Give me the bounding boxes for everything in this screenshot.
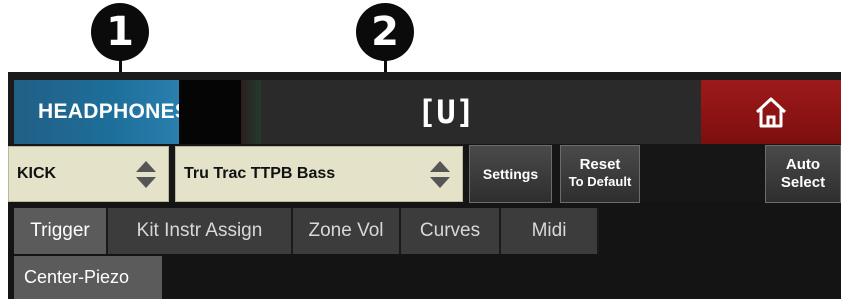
tab-curves[interactable]: Curves (401, 208, 501, 254)
page-title: [U] (417, 93, 475, 131)
auto-select-button[interactable]: Auto Select (765, 145, 841, 203)
reset-sublabel: To Default (568, 174, 632, 189)
settings-button[interactable]: Settings (469, 145, 552, 203)
tab-zone-vol[interactable]: Zone Vol (293, 208, 401, 254)
reset-label: Reset (579, 156, 621, 173)
tab-trigger[interactable]: Trigger (14, 208, 108, 254)
headphones-button[interactable]: HEADPHONES (14, 80, 189, 144)
instrument-select-value: KICK (17, 165, 57, 182)
trigger-type-select-value: Tru Trac TTPB Bass (184, 165, 336, 182)
instrument-select[interactable]: KICK (8, 146, 169, 202)
reset-to-default-button[interactable]: Reset To Default (560, 145, 640, 203)
callout-2: 2 (356, 3, 414, 61)
trigger-type-select[interactable]: Tru Trac TTPB Bass (175, 146, 463, 202)
tab-midi[interactable]: Midi (501, 208, 599, 254)
tab-kit-instr-assign[interactable]: Kit Instr Assign (108, 208, 293, 254)
up-down-arrows-icon (136, 161, 156, 189)
callout-1: 1 (91, 3, 149, 61)
home-button[interactable] (701, 80, 841, 144)
home-icon (755, 97, 787, 128)
zone-tab-center-piezo[interactable]: Center-Piezo (14, 256, 162, 299)
auto-sublabel: Select (780, 174, 826, 191)
device-screen: HEADPHONES [U] KICK Tru Trac TTPB Bass S… (8, 72, 841, 299)
auto-label: Auto (785, 156, 821, 173)
header-divider-accent (241, 80, 261, 144)
header-divider (179, 80, 241, 144)
up-down-arrows-icon (430, 161, 450, 189)
